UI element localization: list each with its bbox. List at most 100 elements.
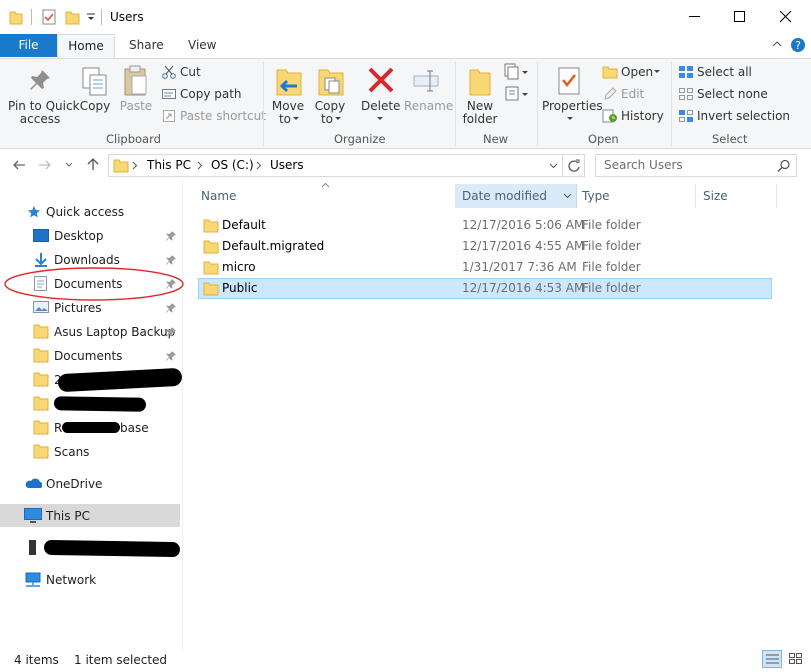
- pin-icon[interactable]: [166, 231, 176, 241]
- nav-network[interactable]: Network: [46, 573, 96, 587]
- search-icon[interactable]: [777, 159, 791, 173]
- large-icons-view-button[interactable]: [786, 650, 806, 668]
- breadcrumb-users[interactable]: Users: [270, 158, 304, 172]
- folder-icon: [203, 261, 219, 275]
- properties-button[interactable]: Properties: [542, 64, 603, 128]
- copy-button[interactable]: Copy: [78, 64, 112, 118]
- new-folder-qat-icon[interactable]: [65, 9, 80, 25]
- copy-to-icon: [318, 69, 344, 96]
- refresh-icon: [568, 159, 580, 172]
- pin-icon[interactable]: [166, 255, 176, 265]
- invert-selection-icon: [679, 110, 693, 122]
- easy-access-button[interactable]: [504, 85, 530, 105]
- pin-icon[interactable]: [166, 303, 176, 313]
- tab-share[interactable]: Share: [129, 38, 164, 52]
- nav-item-scans[interactable]: Scans: [54, 445, 89, 459]
- column-header-date[interactable]: Date modified: [462, 189, 547, 203]
- refresh-button[interactable]: [563, 154, 585, 177]
- breadcrumb-chevron-icon[interactable]: [256, 161, 262, 170]
- open-group-label: Open: [588, 132, 619, 146]
- nav-onedrive[interactable]: OneDrive: [46, 477, 102, 491]
- copy-path-button[interactable]: Copy path: [180, 87, 242, 101]
- search-box[interactable]: Search Users: [595, 154, 797, 177]
- back-arrow-icon[interactable]: [12, 159, 26, 171]
- folder-icon: [203, 219, 219, 233]
- select-all-icon: [679, 66, 693, 78]
- breadcrumb-drive[interactable]: OS (C:): [211, 158, 254, 172]
- address-dropdown-icon[interactable]: [549, 163, 558, 169]
- table-row[interactable]: Default.migrated 12/17/2016 4:55 AM File…: [198, 236, 772, 257]
- open-dropdown-icon[interactable]: [654, 70, 660, 74]
- new-item-button[interactable]: [504, 63, 530, 83]
- recent-locations-icon[interactable]: [65, 162, 73, 168]
- edit-button[interactable]: Edit: [621, 87, 644, 101]
- close-button[interactable]: [763, 0, 808, 32]
- column-header-type[interactable]: Type: [582, 189, 610, 203]
- cut-button[interactable]: Cut: [180, 65, 201, 79]
- folder-icon: [33, 420, 49, 435]
- redaction-scribble: [53, 396, 147, 412]
- minimize-button[interactable]: [672, 0, 717, 32]
- delete-button[interactable]: Delete: [361, 64, 400, 128]
- up-arrow-icon[interactable]: [86, 157, 100, 171]
- nav-quick-access[interactable]: Quick access: [46, 205, 124, 219]
- properties-qat-icon[interactable]: [42, 9, 57, 25]
- nav-item-pictures[interactable]: Pictures: [54, 301, 102, 315]
- maximize-button[interactable]: [717, 0, 762, 32]
- column-header-size[interactable]: Size: [703, 189, 728, 203]
- new-folder-button[interactable]: New folder: [460, 64, 500, 128]
- cut-icon: [162, 65, 176, 79]
- help-icon[interactable]: ?: [790, 37, 806, 53]
- nav-this-pc[interactable]: This PC: [46, 509, 90, 523]
- folder-icon: [33, 324, 49, 339]
- breadcrumb-chevron-icon[interactable]: [197, 161, 203, 170]
- move-to-icon: [276, 69, 302, 96]
- tab-file[interactable]: File: [0, 34, 57, 57]
- history-button[interactable]: History: [621, 109, 664, 123]
- rename-button[interactable]: Rename: [404, 64, 453, 118]
- open-button[interactable]: Open: [621, 65, 653, 79]
- copy-to-dropdown-icon: [335, 117, 341, 120]
- pin-to-quick-access-button[interactable]: Pin to Quick access: [6, 64, 80, 128]
- nav-item-desktop[interactable]: Desktop: [54, 229, 104, 243]
- file-date: 12/17/2016 4:55 AM: [462, 239, 585, 253]
- breadcrumb-chevron-icon[interactable]: [132, 161, 138, 170]
- table-row-selected[interactable]: Public 12/17/2016 4:53 AM File folder: [198, 278, 772, 299]
- pin-icon[interactable]: [166, 351, 176, 361]
- window-title: Users: [110, 10, 144, 24]
- folder-icon: [203, 282, 219, 296]
- file-date: 12/17/2016 5:06 AM: [462, 218, 585, 232]
- column-dropdown-icon[interactable]: [563, 193, 572, 199]
- close-icon: [780, 11, 792, 23]
- select-none-button[interactable]: Select none: [697, 87, 768, 101]
- column-header-name[interactable]: Name: [201, 189, 236, 203]
- red-circle-annotation: [4, 267, 184, 301]
- nav-item-documents-2[interactable]: Documents: [54, 349, 122, 363]
- file-name: Default.migrated: [222, 239, 325, 253]
- search-input[interactable]: Search Users: [604, 158, 683, 172]
- pin-icon[interactable]: [166, 327, 176, 337]
- move-dropdown-icon: [293, 117, 299, 120]
- file-date: 1/31/2017 7:36 AM: [462, 260, 577, 274]
- copy-to-button[interactable]: Copy to: [312, 64, 348, 128]
- rename-icon: [413, 70, 439, 92]
- select-all-button[interactable]: Select all: [697, 65, 752, 79]
- tab-home[interactable]: Home: [57, 34, 115, 59]
- move-to-button[interactable]: Move to: [270, 64, 306, 128]
- forward-arrow-icon[interactable]: [38, 159, 52, 171]
- sort-arrow-icon: [321, 182, 330, 188]
- collapse-ribbon-icon[interactable]: [772, 40, 782, 48]
- nav-item-asus-backup[interactable]: Asus Laptop Backup: [54, 325, 175, 339]
- table-row[interactable]: Default 12/17/2016 5:06 AM File folder: [198, 215, 772, 236]
- network-icon: [25, 572, 41, 587]
- paste-shortcut-button[interactable]: Paste shortcut: [180, 109, 266, 123]
- table-row[interactable]: micro 1/31/2017 7:36 AM File folder: [198, 257, 772, 278]
- invert-selection-button[interactable]: Invert selection: [697, 109, 790, 123]
- paste-button[interactable]: Paste: [119, 64, 153, 118]
- pin-icon: [30, 70, 50, 90]
- details-view-button[interactable]: [762, 650, 782, 668]
- new-item-icon: [504, 63, 528, 80]
- qat-dropdown-icon[interactable]: [86, 12, 96, 22]
- breadcrumb-this-pc[interactable]: This PC: [147, 158, 191, 172]
- tab-view[interactable]: View: [188, 38, 216, 52]
